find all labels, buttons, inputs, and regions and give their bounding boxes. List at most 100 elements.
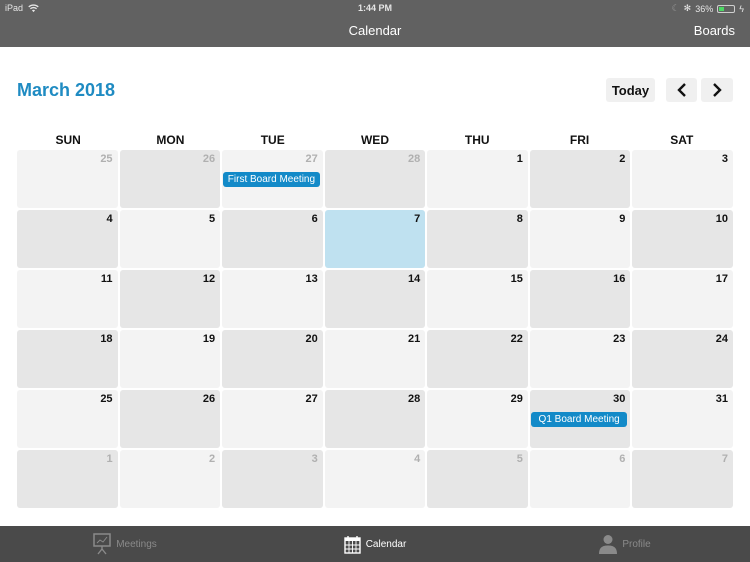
calendar-day-cell[interactable]: 10 xyxy=(632,210,733,268)
calendar-day-cell[interactable]: 13 xyxy=(222,270,323,328)
calendar-day-cell[interactable]: 25 xyxy=(17,390,118,448)
tab-label: Profile xyxy=(622,538,651,550)
moon-icon: ☾ xyxy=(671,3,680,13)
event-chip[interactable]: First Board Meeting xyxy=(223,172,320,187)
calendar-day-cell[interactable]: 12 xyxy=(119,270,221,328)
day-number: 20 xyxy=(305,333,318,345)
weekday-label: FRI xyxy=(569,133,590,147)
calendar-day-cell[interactable]: 3 xyxy=(632,150,733,208)
day-number: 10 xyxy=(715,213,728,225)
calendar-day-cell[interactable]: 3 xyxy=(222,450,323,508)
charging-icon: ϟ xyxy=(739,3,744,14)
day-number: 7 xyxy=(721,453,728,465)
next-month-button[interactable] xyxy=(701,78,733,102)
calendar-day-cell[interactable]: 4 xyxy=(324,450,426,508)
calendar-day-cell[interactable]: 28 xyxy=(324,150,426,208)
navigation-bar: Calendar Boards xyxy=(0,16,750,47)
day-number: 24 xyxy=(715,333,728,345)
calendar-day-cell[interactable]: 22 xyxy=(427,330,528,388)
calendar-day-cell[interactable]: 26 xyxy=(119,150,221,208)
calendar-day-cell[interactable]: 21 xyxy=(324,330,426,388)
today-button[interactable]: Today xyxy=(606,78,655,102)
calendar-day-cell[interactable]: 2 xyxy=(529,150,631,208)
event-chip[interactable]: Q1 Board Meeting xyxy=(530,412,628,427)
calendar-day-cell[interactable]: 19 xyxy=(119,330,221,388)
calendar-day-cell[interactable]: 18 xyxy=(17,330,118,388)
calendar-day-cell[interactable]: 14 xyxy=(324,270,426,328)
calendar-day-cell[interactable]: 4 xyxy=(17,210,118,268)
battery-icon xyxy=(717,4,736,13)
month-title: March 2018 xyxy=(17,80,116,100)
tab-profile[interactable]: Profile xyxy=(500,526,750,562)
calendar-day-cell[interactable]: 1 xyxy=(17,450,118,508)
calendar-day-cell[interactable]: 27 First Board Meeting xyxy=(222,150,323,208)
day-number: 11 xyxy=(100,273,113,285)
battery-fill xyxy=(719,6,725,11)
weekday-header: SUN MON TUE WED THU FRI SAT xyxy=(17,133,733,147)
day-number: 3 xyxy=(311,453,318,465)
calendar-day-cell[interactable]: 8 xyxy=(427,210,528,268)
day-number: 26 xyxy=(202,153,216,165)
calendar-day-cell[interactable]: 23 xyxy=(529,330,631,388)
calendar-day-cell[interactable]: 16 xyxy=(529,270,631,328)
chevron-right-icon xyxy=(713,83,722,97)
calendar-day-cell[interactable]: 5 xyxy=(119,210,221,268)
calendar-day-cell[interactable]: 7 xyxy=(632,450,733,508)
day-number: 18 xyxy=(100,333,113,345)
calendar-day-cell[interactable]: 9 xyxy=(529,210,631,268)
day-number: 2 xyxy=(209,453,216,465)
calendar-day-cell[interactable]: 30 Q1 Board Meeting xyxy=(529,390,631,448)
calendar-day-cell[interactable]: 25 xyxy=(17,150,118,208)
day-number: 26 xyxy=(202,393,216,405)
day-number: 1 xyxy=(516,153,523,165)
calendar-day-cell[interactable]: 6 xyxy=(529,450,631,508)
day-number: 19 xyxy=(202,333,216,345)
tab-label: Calendar xyxy=(365,538,407,550)
calendar-day-cell[interactable]: 31 xyxy=(632,390,733,448)
calendar-day-cell[interactable]: 15 xyxy=(427,270,528,328)
day-number: 9 xyxy=(619,213,626,225)
calendar-day-cell[interactable]: 11 xyxy=(17,270,118,328)
day-number: 1 xyxy=(106,453,113,465)
calendar-icon xyxy=(344,535,361,554)
calendar-day-cell[interactable]: 2 xyxy=(119,450,221,508)
calendar-day-cell[interactable]: 26 xyxy=(119,390,221,448)
tab-meetings[interactable]: Meetings xyxy=(0,526,250,562)
weekday-label: WED xyxy=(360,133,389,147)
day-number: 30 xyxy=(613,393,626,405)
weekday-label: MON xyxy=(156,133,185,147)
person-icon xyxy=(599,535,618,554)
previous-month-button[interactable] xyxy=(666,78,697,102)
calendar-day-cell[interactable]: 29 xyxy=(427,390,528,448)
status-bar: iPad 1:44 PM ☾ ✻ 36% ϟ xyxy=(0,0,750,16)
nav-title: Calendar xyxy=(348,23,402,38)
day-number: 16 xyxy=(613,273,626,285)
day-number: 12 xyxy=(202,273,216,285)
calendar-day-cell-today[interactable]: 7 xyxy=(324,210,426,268)
day-number: 21 xyxy=(408,333,421,345)
day-number: 6 xyxy=(311,213,318,225)
tab-label: Meetings xyxy=(116,538,157,550)
day-number: 2 xyxy=(619,153,626,165)
calendar-day-cell[interactable]: 1 xyxy=(427,150,528,208)
calendar-day-cell[interactable]: 28 xyxy=(324,390,426,448)
clock: 1:44 PM xyxy=(357,3,392,13)
tab-calendar[interactable]: Calendar xyxy=(250,526,500,562)
day-number: 28 xyxy=(408,393,421,405)
calendar-day-cell[interactable]: 17 xyxy=(632,270,733,328)
weekday-label: THU xyxy=(464,133,490,147)
day-number: 3 xyxy=(721,153,728,165)
day-number: 25 xyxy=(100,393,113,405)
boards-button[interactable]: Boards xyxy=(694,23,735,38)
calendar-day-cell[interactable]: 24 xyxy=(632,330,733,388)
day-number: 7 xyxy=(414,213,421,225)
calendar-day-cell[interactable]: 27 xyxy=(222,390,323,448)
weekday-label: SUN xyxy=(55,133,81,147)
calendar-day-cell[interactable]: 20 xyxy=(222,330,323,388)
calendar-day-cell[interactable]: 5 xyxy=(427,450,528,508)
day-number: 4 xyxy=(414,453,421,465)
day-number: 5 xyxy=(209,213,216,225)
bluetooth-icon: ✻ xyxy=(683,3,692,13)
day-number: 29 xyxy=(510,393,523,405)
calendar-day-cell[interactable]: 6 xyxy=(222,210,323,268)
